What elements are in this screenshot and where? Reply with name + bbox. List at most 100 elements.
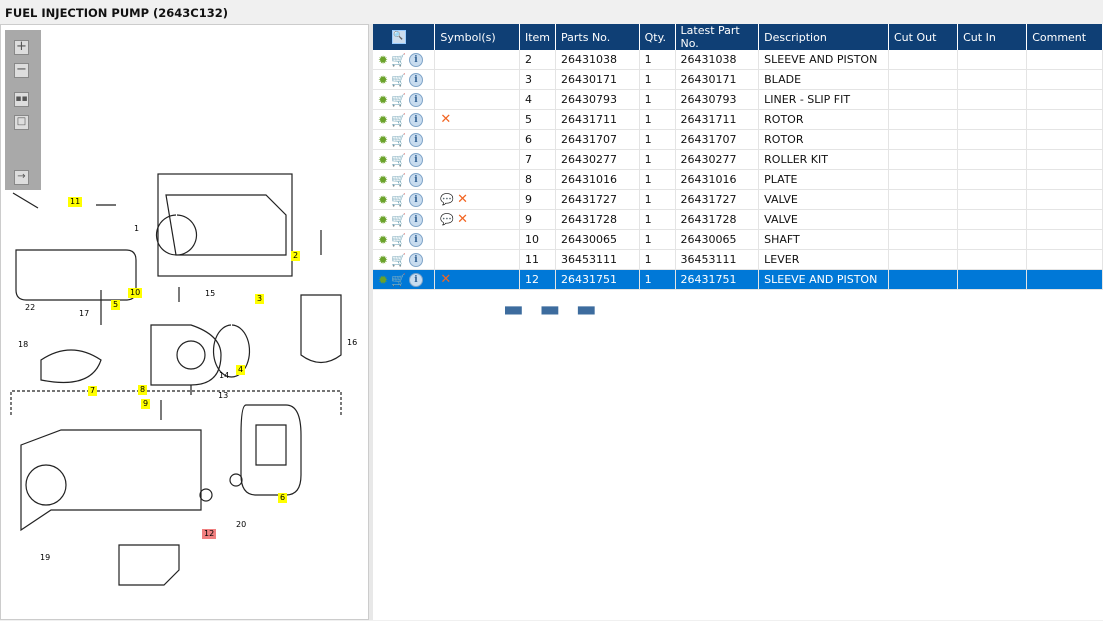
column-header[interactable]: Latest Part No. — [675, 24, 760, 50]
cart-icon[interactable]: 🛒 — [391, 273, 406, 287]
column-header[interactable]: Cut In — [957, 24, 1028, 50]
column-header[interactable]: Qty. — [639, 24, 676, 50]
info-icon[interactable]: i — [409, 52, 424, 67]
callout-7[interactable]: 7 — [88, 386, 98, 396]
table-row[interactable]: ✹ 🛒 i 4 26430793 1 26430793 LINER - SLIP F… — [373, 89, 1103, 110]
info-icon[interactable]: i — [409, 172, 424, 187]
table-row[interactable]: ✹ 🛒 i 3 26430171 1 26430171 BLADE — [373, 69, 1103, 90]
callout-5[interactable]: 5 — [111, 300, 121, 310]
gear-icon[interactable]: ✹ — [378, 113, 388, 127]
callout-4[interactable]: 4 — [236, 365, 246, 375]
callout-14[interactable]: 14 — [217, 371, 231, 381]
table-row[interactable]: ✹ 🛒 i ✕ 5 26431711 1 26431711 ROTOR — [373, 109, 1103, 130]
column-header[interactable]: Description — [758, 24, 889, 50]
item-cell: 6 — [519, 129, 557, 150]
comment-cell — [1026, 229, 1103, 250]
cart-icon[interactable]: 🛒 — [391, 213, 406, 227]
row-actions: ✹ 🛒 i — [373, 209, 436, 230]
cut-out-cell — [888, 249, 959, 270]
callout-11[interactable]: 11 — [68, 197, 83, 207]
callout-6[interactable]: 6 — [278, 493, 288, 503]
warning-bubble-icon: 💬 — [440, 193, 455, 206]
gear-icon[interactable]: ✹ — [378, 53, 388, 67]
callout-12[interactable]: 12 — [202, 529, 217, 539]
table-row[interactable]: ✹ 🛒 i 💬 ✕ 9 26431728 1 26431728 VALVE — [373, 209, 1103, 230]
symbols-cell: ✕ — [434, 269, 520, 290]
qty-cell: 1 — [639, 189, 676, 210]
gear-icon[interactable]: ✹ — [378, 133, 388, 147]
cart-icon[interactable]: 🛒 — [391, 73, 406, 87]
item-cell: 10 — [519, 229, 557, 250]
gear-icon[interactable]: ✹ — [378, 73, 388, 87]
gear-icon[interactable]: ✹ — [378, 233, 388, 247]
gear-icon[interactable]: ✹ — [378, 173, 388, 187]
cut-in-cell — [957, 209, 1028, 230]
gear-icon[interactable]: ✹ — [378, 253, 388, 267]
callout-3[interactable]: 3 — [255, 294, 265, 304]
info-icon[interactable]: i — [409, 152, 424, 167]
cut-out-cell — [888, 129, 959, 150]
column-header[interactable]: Symbol(s) — [434, 24, 520, 50]
description-cell: ROTOR — [758, 129, 889, 150]
cross-icon: ✕ — [457, 192, 469, 207]
callout-9[interactable]: 9 — [141, 399, 151, 409]
callout-2[interactable]: 2 — [291, 251, 301, 261]
cart-icon[interactable]: 🛒 — [391, 193, 406, 207]
callout-22[interactable]: 22 — [23, 303, 37, 313]
cart-icon[interactable]: 🛒 — [391, 133, 406, 147]
callout-1[interactable]: 1 — [132, 224, 141, 234]
table-row[interactable]: ✹ 🛒 i 10 26430065 1 26430065 SHAFT — [373, 229, 1103, 250]
info-icon[interactable]: i — [409, 252, 424, 267]
table-row[interactable]: ✹ 🛒 i 7 26430277 1 26430277 ROLLER KIT — [373, 149, 1103, 170]
info-icon[interactable]: i — [409, 72, 424, 87]
cart-icon[interactable]: 🛒 — [391, 253, 406, 267]
cut-out-cell — [888, 269, 959, 290]
info-icon[interactable]: i — [409, 92, 424, 107]
callout-18[interactable]: 18 — [16, 340, 30, 350]
table-row[interactable]: ✹ 🛒 i 8 26431016 1 26431016 PLATE — [373, 169, 1103, 190]
cart-icon[interactable]: 🛒 — [391, 173, 406, 187]
gear-icon[interactable]: ✹ — [378, 193, 388, 207]
cut-in-cell — [957, 149, 1028, 170]
column-header[interactable]: Parts No. — [555, 24, 640, 50]
column-header[interactable]: Cut Out — [888, 24, 959, 50]
cart-icon[interactable]: 🛒 — [391, 233, 406, 247]
qty-cell: 1 — [639, 209, 676, 230]
callout-20[interactable]: 20 — [234, 520, 248, 530]
info-icon[interactable]: i — [409, 112, 424, 127]
column-filter-icon[interactable]: 🔍 — [373, 24, 436, 50]
table-row[interactable]: ✹ 🛒 i 11 36453111 1 36453111 LEVER — [373, 249, 1103, 270]
info-icon[interactable]: i — [409, 232, 424, 247]
gear-icon[interactable]: ✹ — [378, 93, 388, 107]
row-actions: ✹ 🛒 i — [373, 69, 436, 90]
column-header[interactable]: Comment — [1026, 24, 1103, 50]
callout-16[interactable]: 16 — [345, 338, 359, 348]
column-header[interactable]: Item — [519, 24, 557, 50]
cart-icon[interactable]: 🛒 — [391, 93, 406, 107]
info-icon[interactable]: i — [409, 192, 424, 207]
row-actions: ✹ 🛒 i — [373, 269, 436, 290]
gear-icon[interactable]: ✹ — [378, 273, 388, 287]
cart-icon[interactable]: 🛒 — [391, 113, 406, 127]
info-icon[interactable]: i — [409, 132, 424, 147]
callout-15[interactable]: 15 — [203, 289, 217, 299]
diagram-panel[interactable]: + − ▪▪ □ → 11 1 2 22 10 15 5 3 17 16 18 … — [0, 24, 369, 620]
info-icon[interactable]: i — [409, 272, 424, 287]
cart-icon[interactable]: 🛒 — [391, 153, 406, 167]
callout-10[interactable]: 10 — [128, 288, 143, 298]
table-row[interactable]: ✹ 🛒 i 💬 ✕ 9 26431727 1 26431727 VALVE — [373, 189, 1103, 210]
cut-out-cell — [888, 169, 959, 190]
info-icon[interactable]: i — [409, 212, 424, 227]
callout-19[interactable]: 19 — [38, 553, 52, 563]
gear-icon[interactable]: ✹ — [378, 153, 388, 167]
cart-icon[interactable]: 🛒 — [391, 53, 406, 67]
callout-13[interactable]: 13 — [216, 391, 230, 401]
gear-icon[interactable]: ✹ — [378, 213, 388, 227]
callout-8[interactable]: 8 — [138, 385, 148, 395]
table-row[interactable]: ✹ 🛒 i 2 26431038 1 26431038 SLEEVE AND PIS… — [373, 50, 1103, 70]
qty-cell: 1 — [639, 129, 676, 150]
table-row[interactable]: ✹ 🛒 i 6 26431707 1 26431707 ROTOR — [373, 129, 1103, 150]
table-row[interactable]: ✹ 🛒 i ✕ 12 26431751 1 26431751 SLEEVE AND … — [373, 269, 1103, 290]
callout-17[interactable]: 17 — [77, 309, 91, 319]
part-number-cell: 26430171 — [555, 69, 640, 90]
